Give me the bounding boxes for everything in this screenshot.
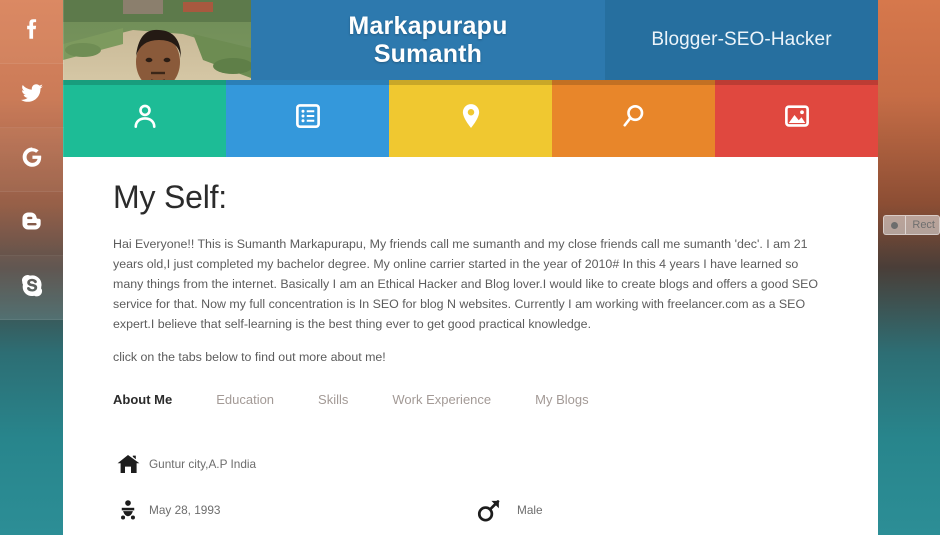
tab-about-me[interactable]: About Me bbox=[113, 392, 194, 411]
location-pin-icon bbox=[456, 101, 486, 136]
home-icon bbox=[113, 452, 143, 476]
tab-skills[interactable]: Skills bbox=[296, 392, 370, 411]
screen-recorder-widget[interactable]: Rect bbox=[883, 215, 940, 235]
social-link-facebook[interactable] bbox=[0, 0, 64, 64]
card-header: Markapurapu Sumanth Blogger-SEO-Hacker bbox=[63, 0, 878, 157]
twitter-icon bbox=[19, 80, 45, 111]
nav-tile-gallery[interactable] bbox=[715, 80, 878, 157]
tagline-block: Blogger-SEO-Hacker bbox=[605, 0, 878, 80]
birth-date-text: May 28, 1993 bbox=[149, 503, 221, 518]
nav-tiles bbox=[63, 80, 878, 157]
intro-paragraph: Hai Everyone!! This is Sumanth Markapura… bbox=[113, 237, 819, 332]
intro-note: click on the tabs below to find out more… bbox=[113, 350, 386, 365]
nav-tile-location[interactable] bbox=[389, 80, 552, 157]
section-heading: My Self: bbox=[113, 179, 227, 215]
main-content: My Self: Hai Everyone!! This is Sumanth … bbox=[63, 157, 878, 535]
title-line-1: Markapurapu bbox=[348, 12, 508, 40]
info-row-location: Guntur city,A.P India bbox=[113, 441, 828, 487]
social-link-google[interactable] bbox=[0, 128, 64, 192]
blogger-icon bbox=[19, 208, 45, 239]
info-cell-birth-date: May 28, 1993 bbox=[113, 499, 473, 521]
male-symbol-icon bbox=[473, 497, 503, 524]
list-icon bbox=[293, 101, 323, 136]
record-dot-icon[interactable] bbox=[884, 216, 907, 234]
google-icon bbox=[19, 144, 45, 175]
info-grid: Guntur city,A.P India May 28, 1993 Male bbox=[113, 441, 828, 535]
social-link-blogger[interactable] bbox=[0, 192, 64, 256]
tab-bar: About Me Education Skills Work Experienc… bbox=[113, 392, 828, 411]
info-row-birth-gender: May 28, 1993 Male bbox=[113, 487, 828, 533]
person-icon bbox=[130, 101, 160, 136]
profile-card: Markapurapu Sumanth Blogger-SEO-Hacker M… bbox=[63, 0, 878, 535]
social-sidebar bbox=[0, 0, 64, 535]
nav-tile-search[interactable] bbox=[552, 80, 715, 157]
baby-icon bbox=[113, 499, 143, 521]
title-line-2: Sumanth bbox=[373, 40, 483, 68]
search-icon bbox=[619, 101, 649, 136]
skype-icon bbox=[19, 272, 45, 303]
site-title-block: Markapurapu Sumanth bbox=[251, 0, 605, 80]
info-cell-gender: Male bbox=[473, 497, 803, 524]
tab-education[interactable]: Education bbox=[194, 392, 296, 411]
tab-work-experience[interactable]: Work Experience bbox=[370, 392, 513, 411]
record-dot bbox=[891, 221, 899, 229]
nav-tile-profile[interactable] bbox=[63, 80, 226, 157]
page-title-heading: Markapurapu Sumanth bbox=[348, 12, 507, 68]
image-icon bbox=[782, 101, 812, 136]
facebook-icon bbox=[19, 16, 45, 47]
info-cell-location: Guntur city,A.P India bbox=[113, 452, 473, 476]
nav-tile-resume[interactable] bbox=[226, 80, 389, 157]
tagline-text: Blogger-SEO-Hacker bbox=[651, 29, 832, 50]
location-text: Guntur city,A.P India bbox=[149, 457, 257, 472]
social-link-skype[interactable] bbox=[0, 256, 64, 320]
social-link-twitter[interactable] bbox=[0, 64, 64, 128]
recorder-label: Rect bbox=[912, 219, 935, 231]
tab-my-blogs[interactable]: My Blogs bbox=[513, 392, 610, 411]
gender-text: Male bbox=[517, 503, 543, 518]
